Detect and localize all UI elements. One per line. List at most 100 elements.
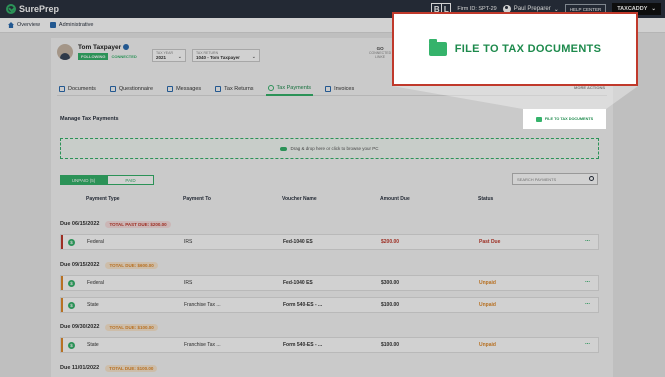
file-button-label: FILE TO TAX DOCUMENTS xyxy=(544,117,594,121)
cell-payment-type: State xyxy=(87,302,99,308)
row-status-bar xyxy=(61,276,63,290)
cell-payment-type: Federal xyxy=(87,280,104,286)
col-voucher-name: Voucher Name xyxy=(282,196,317,202)
tab-invoices[interactable]: Invoices xyxy=(323,82,356,96)
nav-administrative-label: Administrative xyxy=(58,22,94,28)
folder-icon xyxy=(428,39,447,56)
tab-invoices-label: Invoices xyxy=(334,86,355,92)
col-payment-type: Payment Type xyxy=(86,196,120,202)
table-row[interactable]: $ Federal IRS Fed-1040 ES $200.00 Past D… xyxy=(60,234,599,250)
row-menu-icon[interactable]: ... xyxy=(585,340,590,346)
tax-return-value: 1040 - Tom Taxpayer xyxy=(196,55,240,60)
zoom-callout: FILE TO TAX DOCUMENTS xyxy=(392,12,638,86)
cell-voucher-name: Form 540-ES - ... xyxy=(283,302,323,308)
total-due-badge: TOTAL DUE: $100.00 xyxy=(105,364,158,372)
callout-label: FILE TO TAX DOCUMENTS xyxy=(454,43,602,55)
cell-status: Unpaid xyxy=(479,342,496,348)
row-status-bar xyxy=(61,338,63,352)
paid-toggle: UNPAID (5) PAID xyxy=(60,175,154,185)
total-due-badge: TOTAL PAST DUE: $200.00 xyxy=(105,220,171,228)
cell-voucher-name: Fed-1040 ES xyxy=(283,239,313,245)
tab-messages-label: Messages xyxy=(176,86,202,92)
total-due-badge: TOTAL DUE: $600.00 xyxy=(105,261,158,269)
cell-voucher-name: Form 540-ES - ... xyxy=(283,342,323,348)
section-title: Manage Tax Payments xyxy=(60,116,119,122)
upload-dropzone[interactable]: Drag & drop here or click to browse your… xyxy=(60,138,599,159)
search-placeholder: SEARCH PAYMENTS xyxy=(517,176,557,182)
row-menu-icon[interactable]: ... xyxy=(585,300,590,306)
dropzone-text: Drag & drop here or click to browse your… xyxy=(290,146,379,151)
table-row[interactable]: $ Federal IRS Fed-1040 ES $300.00 Unpaid… xyxy=(60,275,599,291)
sureprep-logo[interactable]: SurePrep xyxy=(6,4,59,14)
tax-year-value: 2021 xyxy=(156,55,167,60)
cell-amount-due: $300.00 xyxy=(381,280,400,286)
row-status-bar xyxy=(61,235,63,249)
row-status-bar xyxy=(61,298,63,312)
unpaid-tab[interactable]: UNPAID (5) xyxy=(60,175,107,185)
total-due-badge: TOTAL DUE: $100.00 xyxy=(105,323,158,331)
row-menu-icon[interactable]: ... xyxy=(585,237,590,243)
tab-questionnaire[interactable]: Questionnaire xyxy=(108,82,155,96)
table-row[interactable]: $ State Franchise Tax ... Form 540-ES - … xyxy=(60,337,599,353)
info-icon[interactable] xyxy=(123,44,130,51)
tab-documents[interactable]: Documents xyxy=(57,82,98,96)
search-payments-input[interactable]: SEARCH PAYMENTS xyxy=(512,173,598,185)
search-icon[interactable] xyxy=(589,176,594,181)
cloud-upload-icon xyxy=(280,146,288,151)
dollar-icon: $ xyxy=(68,302,75,309)
client-panel: Tom Taxpayer FOLLOWING CONNECTED TAX YEAR… xyxy=(51,38,613,377)
due-group-header: Due 11/01/2022 TOTAL DUE: $100.00 xyxy=(60,362,599,374)
brand-name: SurePrep xyxy=(19,4,60,14)
dollar-icon xyxy=(267,85,274,91)
dollar-icon: $ xyxy=(68,342,75,349)
paid-tab[interactable]: PAID xyxy=(107,175,154,185)
cell-status: Unpaid xyxy=(479,280,496,286)
messages-icon xyxy=(167,86,174,92)
home-icon xyxy=(8,22,14,28)
questionnaire-icon xyxy=(109,86,116,92)
cell-amount-due: $100.00 xyxy=(381,342,400,348)
tab-messages[interactable]: Messages xyxy=(165,82,203,96)
col-status: Status xyxy=(478,196,494,202)
due-date: Due 11/01/2022 xyxy=(60,365,100,371)
dollar-icon: $ xyxy=(68,239,75,246)
file-to-tax-documents-button[interactable]: FILE TO TAX DOCUMENTS xyxy=(523,109,606,129)
client-header: Tom Taxpayer FOLLOWING CONNECTED xyxy=(57,44,137,60)
table-row[interactable]: $ State Franchise Tax ... Form 540-ES - … xyxy=(60,297,599,313)
tax-year-select[interactable]: TAX YEAR 2021 ⌄ xyxy=(152,49,186,62)
cell-amount-due: $100.00 xyxy=(381,302,400,308)
cell-payment-type: Federal xyxy=(87,239,104,245)
chevron-down-icon: ⌄ xyxy=(177,54,182,60)
cell-payment-to: IRS xyxy=(184,239,193,245)
col-payment-to: Payment To xyxy=(183,196,211,202)
connected-status: CONNECTED xyxy=(111,54,137,59)
tab-tax-returns-label: Tax Returns xyxy=(224,86,254,92)
client-name: Tom Taxpayer xyxy=(78,44,122,51)
nav-overview[interactable]: Overview xyxy=(8,22,40,28)
tab-questionnaire-label: Questionnaire xyxy=(118,86,154,92)
row-menu-icon[interactable]: ... xyxy=(585,278,590,284)
go-sub-linked: LINKE xyxy=(375,55,386,59)
documents-icon xyxy=(59,86,65,92)
avatar xyxy=(57,44,73,60)
due-date: Due 09/30/2022 xyxy=(60,324,100,330)
tab-tax-payments-label: Tax Payments xyxy=(276,85,312,91)
table-header: Payment Type Payment To Voucher Name Amo… xyxy=(60,196,599,206)
cell-voucher-name: Fed-1040 ES xyxy=(283,280,313,286)
tax-returns-icon xyxy=(215,86,222,92)
due-group-header: Due 06/15/2022 TOTAL PAST DUE: $200.00 xyxy=(60,218,599,230)
nav-administrative[interactable]: Administrative xyxy=(49,22,94,28)
cell-payment-to: IRS xyxy=(184,280,193,286)
chevron-down-icon: ⌄ xyxy=(251,54,256,60)
tax-return-select[interactable]: TAX RETURN 1040 - Tom Taxpayer ⌄ xyxy=(192,49,260,62)
due-group-header: Due 09/15/2022 TOTAL DUE: $600.00 xyxy=(60,259,599,271)
cell-payment-to: Franchise Tax ... xyxy=(184,342,221,348)
tab-tax-returns[interactable]: Tax Returns xyxy=(213,82,255,96)
check-logo-icon xyxy=(6,4,16,14)
cell-status: Unpaid xyxy=(479,302,496,308)
tab-tax-payments[interactable]: Tax Payments xyxy=(265,82,314,96)
cell-payment-type: State xyxy=(87,342,99,348)
col-amount-due: Amount Due xyxy=(380,196,410,202)
following-badge[interactable]: FOLLOWING xyxy=(78,53,109,60)
cell-status: Past Due xyxy=(479,239,501,245)
